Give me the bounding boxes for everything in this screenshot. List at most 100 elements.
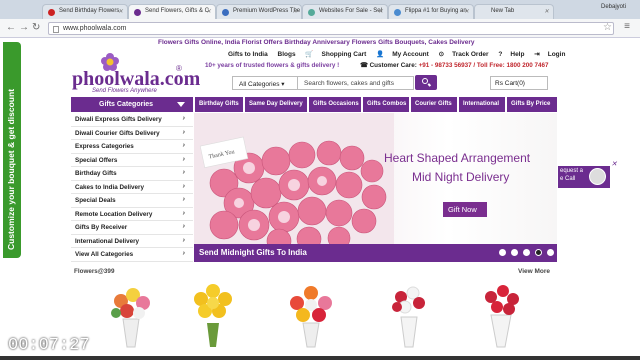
nav-same-day-delivery[interactable]: Same Day Delivery: [245, 97, 307, 112]
category-item[interactable]: Remote Location Delivery ›: [71, 208, 193, 221]
forward-arrow-icon[interactable]: →: [19, 22, 29, 34]
gifts-categories-header[interactable]: Gifts Categories: [71, 97, 193, 112]
site-tagline: Flowers Gifts Online, India Florist Offe…: [158, 39, 475, 46]
browser-user[interactable]: Debajyoti: [601, 4, 626, 10]
product-image-mixed-bouquet[interactable]: [101, 279, 161, 349]
chevron-right-icon: ›: [182, 250, 185, 257]
banner-caption: Send Midnight Gifts To India: [194, 244, 557, 262]
view-more-link[interactable]: View More: [518, 268, 550, 275]
close-icon[interactable]: ✕: [206, 8, 211, 15]
link-help[interactable]: Help: [510, 51, 524, 58]
customize-bouquet-tab[interactable]: Customize your bouquet & get discount: [3, 42, 21, 258]
tab-label: Send Birthday Flowers: [59, 8, 120, 14]
slide-dot[interactable]: [547, 249, 554, 256]
link-my-account[interactable]: My Account: [392, 51, 429, 58]
browser-tab-bar: Send Birthday Flowers ✕ Send Flowers, Gif…: [0, 0, 640, 19]
reload-icon[interactable]: ↻: [32, 22, 40, 34]
login-icon: ⇥: [534, 51, 540, 58]
product-image-red-white-roses[interactable]: [379, 279, 439, 349]
browser-tab[interactable]: Premium WordPress The ✕: [216, 4, 302, 19]
bookmark-star-icon[interactable]: ☆: [603, 22, 612, 33]
browser-tab[interactable]: New Tab ✕: [474, 4, 554, 19]
category-item[interactable]: Express Categories ›: [71, 140, 193, 154]
phone-icon: [589, 168, 606, 185]
logo-registered-mark: ®: [176, 64, 182, 73]
favicon-icon: [308, 9, 315, 16]
section-title: Flowers@399: [74, 268, 115, 275]
category-label: Gifts By Receiver: [75, 224, 128, 231]
category-select[interactable]: All Categories ▾: [232, 76, 298, 90]
category-label: Special Offers: [75, 156, 118, 164]
category-item[interactable]: Special Offers ›: [71, 154, 193, 167]
category-item[interactable]: Gifts By Receiver ›: [71, 221, 193, 235]
category-select-value: All Categories: [239, 81, 280, 88]
help-icon: ?: [498, 51, 503, 58]
link-blogs[interactable]: Blogs: [278, 51, 296, 58]
link-shopping-cart[interactable]: Shopping Cart: [322, 51, 367, 58]
nav-gifts-occasions[interactable]: Gifts Occasions: [309, 97, 361, 112]
link-login[interactable]: Login: [548, 51, 566, 58]
gift-now-button[interactable]: Gift Now: [443, 202, 487, 217]
close-icon[interactable]: ✕: [464, 8, 469, 15]
request-call-widget[interactable]: equest a e Call ✕: [558, 161, 617, 188]
favicon-icon: [134, 9, 141, 16]
video-timestamp: 00:07:27: [8, 336, 90, 355]
slider-dots: [494, 249, 554, 258]
search-input[interactable]: Search flowers, cakes and gifts: [298, 76, 414, 90]
browser-tab-active[interactable]: Send Flowers, Gifts & C ✕: [128, 4, 216, 19]
site-logo[interactable]: phoolwala.com ® Send Flowers Anywhere: [72, 50, 200, 95]
nav-gifts-combos[interactable]: Gifts Combos: [363, 97, 409, 112]
slide-dot[interactable]: [499, 249, 506, 256]
nav-courier-gifts[interactable]: Courier Gifts: [411, 97, 457, 112]
url-text: www.phoolwala.com: [63, 25, 127, 32]
categories-label: Gifts Categories: [99, 101, 154, 108]
banner-headline: Heart Shaped Arrangement: [384, 151, 531, 165]
product-image-gerbera-bouquet[interactable]: [281, 279, 341, 349]
category-item[interactable]: Diwali Courier Gifts Delivery ›: [71, 127, 193, 140]
promo-text: 10+ years of trusted flowers & gifts del…: [205, 62, 340, 69]
category-label: Cakes to India Delivery: [75, 183, 144, 191]
browser-tab[interactable]: Send Birthday Flowers ✕: [42, 4, 128, 19]
close-icon[interactable]: ✕: [378, 8, 383, 15]
nav-birthday-gifts[interactable]: Birthday Gifts: [195, 97, 243, 112]
nav-gifts-by-price[interactable]: Gifts By Price: [507, 97, 557, 112]
category-label: Birthday Gifts: [75, 170, 117, 177]
close-icon[interactable]: ✕: [118, 8, 123, 15]
product-strip: [71, 276, 557, 360]
chevron-right-icon: ›: [182, 169, 185, 176]
slide-dot[interactable]: [523, 249, 530, 256]
video-progress-bar[interactable]: [0, 356, 640, 360]
back-arrow-icon[interactable]: ←: [6, 22, 16, 34]
favicon-icon: [222, 9, 229, 16]
close-icon[interactable]: ✕: [292, 8, 297, 15]
search-icon: [422, 78, 428, 84]
category-item[interactable]: Cakes to India Delivery ›: [71, 181, 193, 194]
category-item[interactable]: International Delivery ›: [71, 235, 193, 248]
category-item[interactable]: Diwali Express Gifts Delivery ›: [71, 113, 193, 127]
hero-banner[interactable]: Thank You Heart Shaped Arrangement Mid N…: [194, 113, 557, 262]
banner-subheadline: Mid Night Delivery: [412, 170, 510, 184]
slide-dot[interactable]: [511, 249, 518, 256]
product-image-red-roses-wrap[interactable]: [471, 279, 531, 349]
slide-dot-active[interactable]: [535, 249, 542, 256]
link-track-order[interactable]: Track Order: [452, 51, 489, 58]
category-item[interactable]: View All Categories ›: [71, 248, 193, 262]
category-item[interactable]: Special Deals ›: [71, 194, 193, 208]
menu-icon[interactable]: ≡: [624, 21, 630, 32]
url-field[interactable]: www.phoolwala.com: [48, 22, 614, 35]
product-image-yellow-roses[interactable]: [183, 279, 243, 349]
chevron-right-icon: ›: [182, 155, 185, 163]
close-icon[interactable]: ✕: [611, 161, 617, 169]
category-item[interactable]: Birthday Gifts ›: [71, 167, 193, 181]
nav-international[interactable]: International: [459, 97, 505, 112]
tab-label: New Tab: [491, 8, 515, 14]
cart-summary[interactable]: Rs Cart(0): [490, 76, 548, 90]
browser-tab[interactable]: Websites For Sale - Sel ✕: [302, 4, 388, 19]
track-icon: ⊙: [438, 51, 445, 58]
browser-tab[interactable]: Flippa #1 for Buying an ✕: [388, 4, 474, 19]
search-button[interactable]: [415, 75, 437, 90]
close-icon[interactable]: ✕: [544, 8, 549, 15]
category-label: International Delivery: [75, 237, 140, 245]
link-gifts-to-india[interactable]: Gifts to India: [228, 51, 268, 58]
favicon-icon: [48, 9, 55, 16]
